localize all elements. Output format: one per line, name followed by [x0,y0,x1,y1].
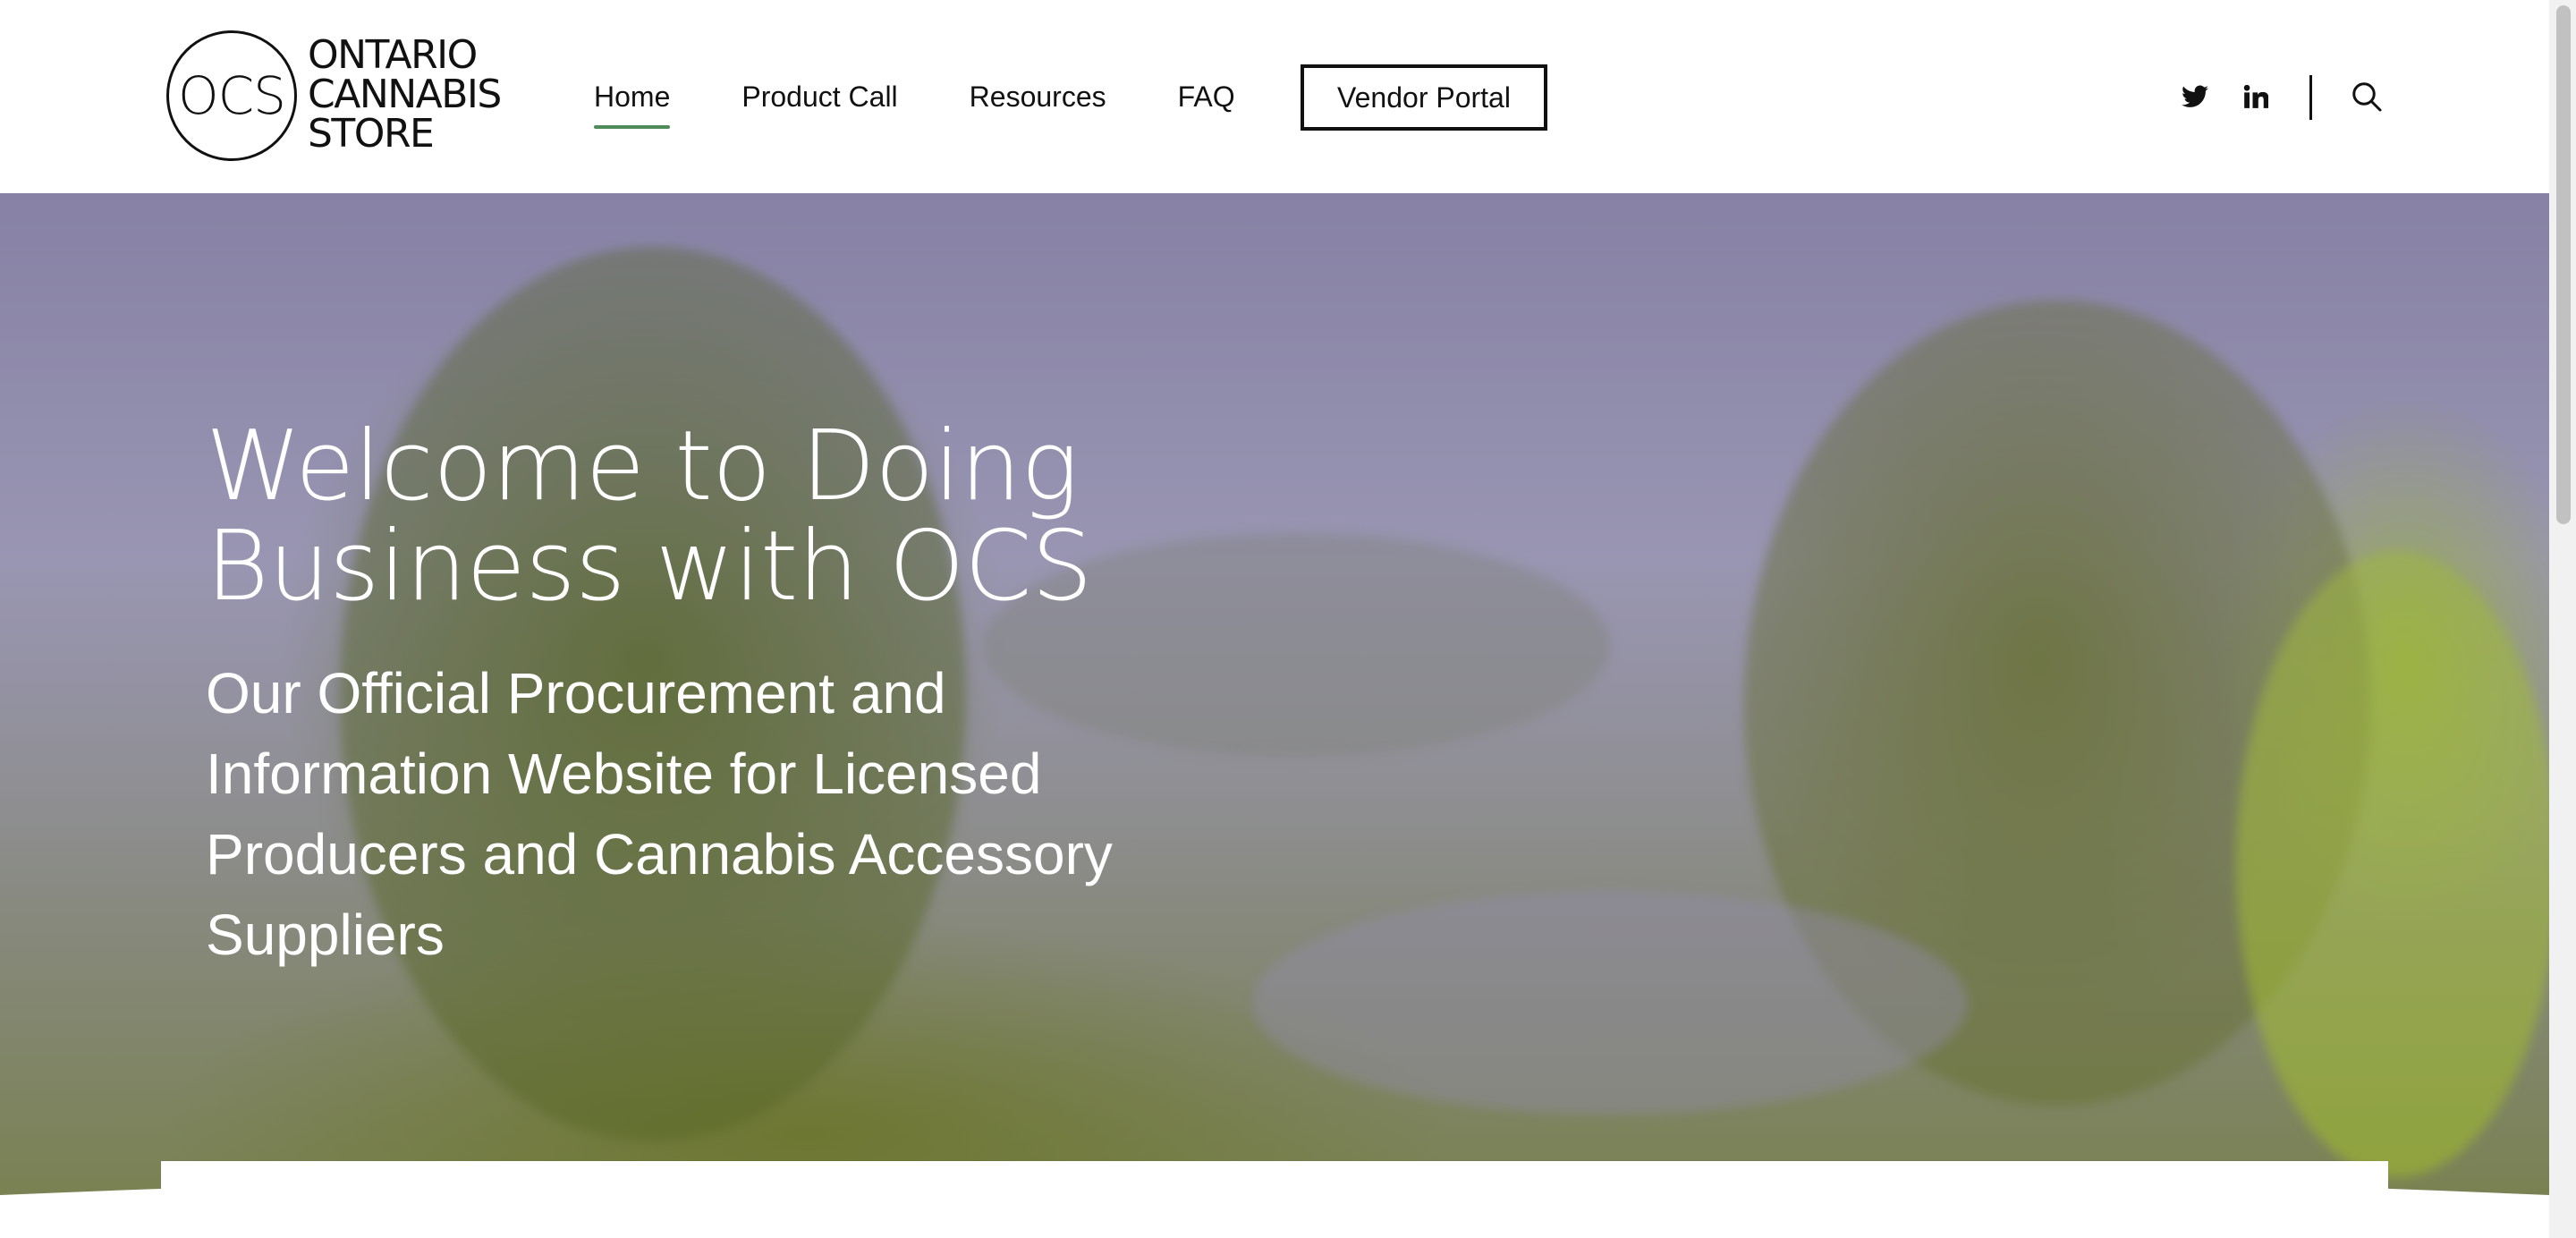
vendor-portal-button[interactable]: Vendor Portal [1301,64,1547,131]
social-links [2175,77,2275,116]
logo-word-1: ONTARIO [308,32,478,78]
logo-word-2: CANNABIS [308,72,502,117]
scrollbar-thumb[interactable] [2556,5,2571,524]
nav-resources[interactable]: Resources [970,64,1106,129]
logo-wordmark: ONTARIO CANNABIS STORE [308,32,502,157]
hero-text: Welcome to Doing Business with OCS Our O… [206,417,1279,975]
logo-mark: OCS [166,30,297,161]
main-nav: Home Product Call Resources FAQ [594,64,1307,129]
scrollbar[interactable] [2549,0,2576,1238]
logo-word-3: STORE [308,111,435,157]
header-divider [2309,75,2312,120]
hero-title: Welcome to Doing Business with OCS [206,411,1093,623]
content-card [161,1161,2388,1238]
nav-home[interactable]: Home [594,64,671,129]
search-icon[interactable] [2347,77,2386,116]
linkedin-icon[interactable] [2236,77,2275,116]
hero-banner: Welcome to Doing Business with OCS Our O… [0,193,2549,1238]
nav-faq[interactable]: FAQ [1178,64,1235,129]
twitter-icon[interactable] [2175,77,2215,116]
site-header: OCS ONTARIO CANNABIS STORE Home Product … [0,0,2549,193]
nav-product-call[interactable]: Product Call [741,64,897,129]
ocs-logo[interactable]: OCS ONTARIO CANNABIS STORE [166,30,515,163]
hero-subtitle: Our Official Procurement and Information… [206,661,1113,967]
